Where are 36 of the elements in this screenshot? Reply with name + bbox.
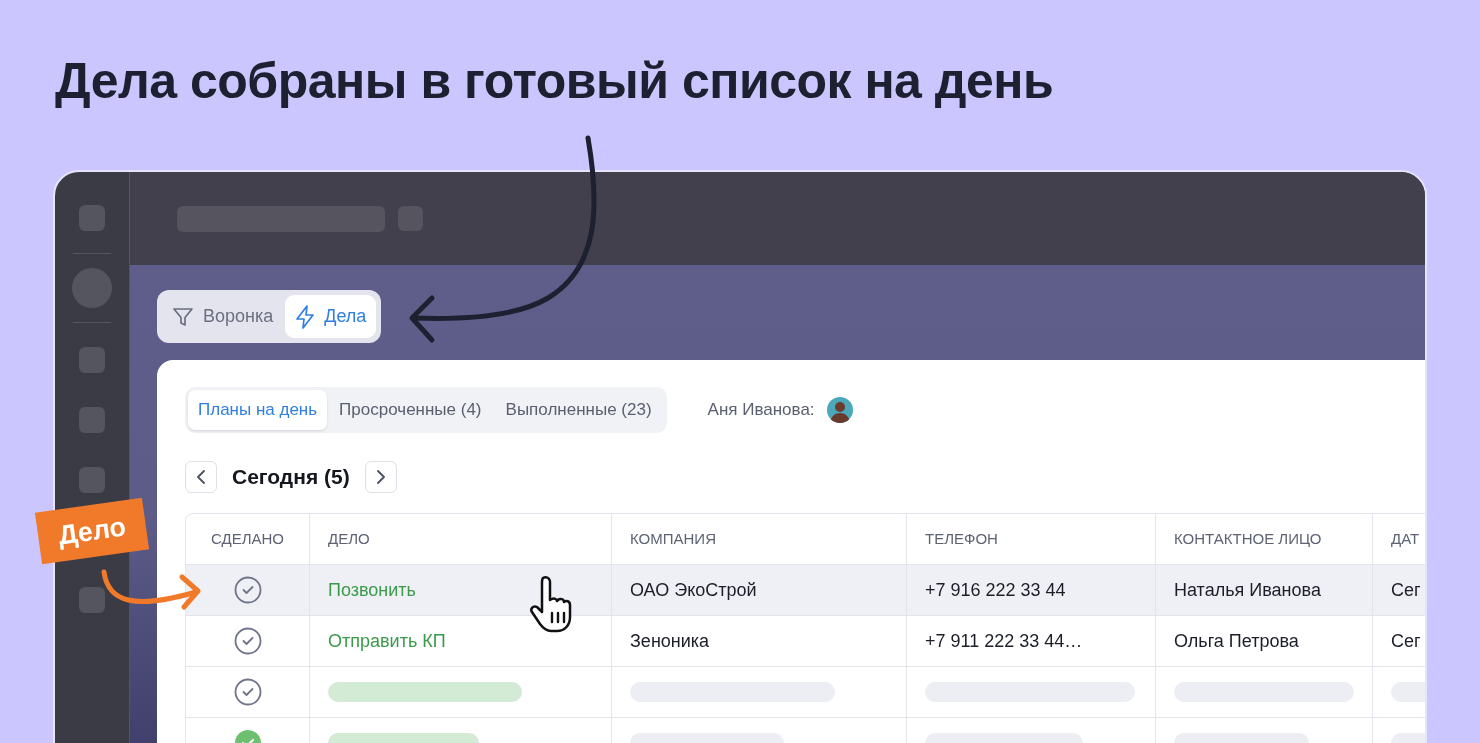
table-row[interactable]: Отправить КП Зеноника +7 911 222 33 44… Ольга Петрова Сег [186,616,1425,667]
next-button[interactable] [364,461,397,493]
sidebar-placeholder [79,587,105,613]
table-cell-text: +7 911 222 33 44… [925,629,1083,653]
chevron-right-icon [375,470,386,484]
date-label: Сегодня (5) [232,464,350,491]
tab[interactable]: Выполненные (23) [493,390,664,430]
check-circle-icon[interactable] [233,576,262,604]
sidebar-placeholder [79,407,105,433]
table-cell-text: Сег [1391,578,1421,602]
view-tab[interactable]: Воронка [162,295,284,338]
sidebar-placeholder [79,205,105,231]
task-link[interactable]: Отправить КП [328,627,446,655]
lightning-icon [295,304,316,329]
table-row[interactable]: Позвонить ОАО ЭкоСтрой +7 916 222 33 44 Наталья Иванова Сег [186,565,1425,616]
table-cell-text: Ольга Петрова [1174,629,1299,653]
table-cell-text: Сег [1391,629,1421,653]
sidebar-placeholder [72,268,112,308]
view-tab[interactable]: Дела [285,295,377,338]
headline: Дела собраны в готовый список на день [55,52,1054,111]
table-cell-text: ОАО ЭкоСтрой [630,578,757,602]
tab[interactable]: Планы на день [188,390,328,430]
sidebar-placeholder [79,467,105,493]
user-label: Аня Иванова: [707,399,815,422]
task-link[interactable]: Позвонить [328,576,416,604]
sidebar-placeholder [79,347,105,373]
chevron-left-icon [196,470,206,484]
funnel-icon [172,305,194,328]
check-circle-icon[interactable] [233,627,262,655]
avatar [826,397,853,423]
table-cell-text: Зеноника [630,629,710,653]
check-circle-icon[interactable] [233,678,262,706]
table-cell-text: Наталья Иванова [1174,578,1321,602]
tab[interactable]: Просроченные (4) [327,390,494,430]
table-cell-text: +7 916 222 33 44 [925,578,1066,602]
previous-button[interactable] [185,461,217,493]
